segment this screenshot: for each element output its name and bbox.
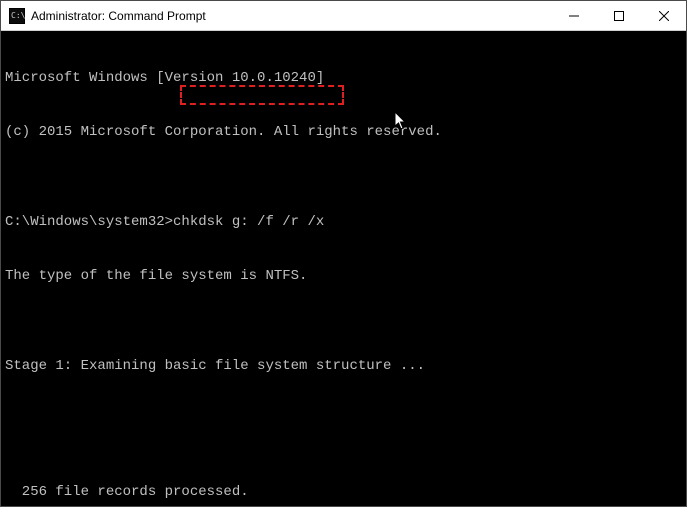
terminal-line: 256 file records processed.	[5, 483, 682, 501]
terminal-line: Microsoft Windows [Version 10.0.10240]	[5, 69, 682, 87]
close-button[interactable]	[641, 1, 686, 30]
command-highlight-annotation	[180, 85, 344, 105]
terminal-output[interactable]: Microsoft Windows [Version 10.0.10240] (…	[1, 31, 686, 506]
svg-text:C:\: C:\	[11, 11, 25, 20]
minimize-button[interactable]	[551, 1, 596, 30]
titlebar[interactable]: C:\ Administrator: Command Prompt	[1, 1, 686, 31]
maximize-button[interactable]	[596, 1, 641, 30]
terminal-line: C:\Windows\system32>chkdsk g: /f /r /x	[5, 213, 682, 231]
window-controls	[551, 1, 686, 30]
terminal-line: Stage 1: Examining basic file system str…	[5, 357, 682, 375]
terminal-line: The type of the file system is NTFS.	[5, 267, 682, 285]
terminal-line: (c) 2015 Microsoft Corporation. All righ…	[5, 123, 682, 141]
window-title: Administrator: Command Prompt	[31, 9, 551, 23]
cmd-icon: C:\	[9, 8, 25, 24]
command-prompt-window: C:\ Administrator: Command Prompt Micros…	[0, 0, 687, 507]
